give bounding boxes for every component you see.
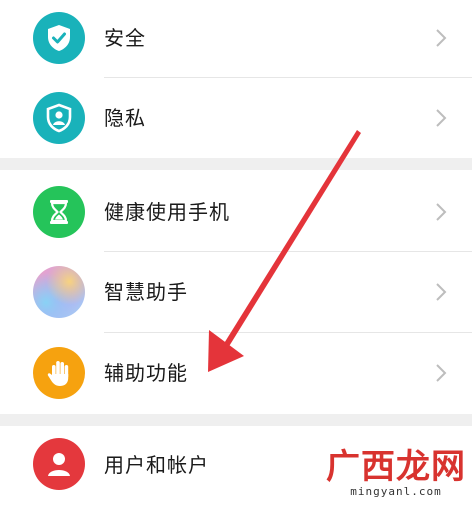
settings-item-digital-balance[interactable]: 健康使用手机 (0, 170, 472, 250)
settings-item-label: 用户和帐户 (104, 453, 209, 477)
settings-item-users-accounts[interactable]: 用户和帐户 (0, 426, 472, 506)
chevron-right-icon (436, 364, 447, 382)
settings-item-label: 安全 (104, 26, 146, 50)
settings-item-label: 辅助功能 (104, 361, 188, 385)
chevron-right-icon (436, 29, 447, 47)
chevron-right-icon (436, 203, 447, 221)
settings-group-1: 安全 隐私 (0, 0, 472, 158)
shield-person-icon (33, 92, 85, 144)
settings-item-security[interactable]: 安全 (0, 0, 472, 78)
hand-icon (33, 347, 85, 399)
settings-item-privacy[interactable]: 隐私 (0, 78, 472, 158)
section-gap (0, 158, 472, 170)
settings-group-2: 健康使用手机 智慧助手 辅助功能 (0, 170, 472, 414)
chevron-right-icon (436, 109, 447, 127)
chevron-right-icon (436, 283, 447, 301)
settings-item-smart-assistant[interactable]: 智慧助手 (0, 252, 472, 332)
assistant-orb-icon (33, 266, 85, 318)
hourglass-icon (33, 186, 85, 238)
shield-check-icon (33, 12, 85, 64)
section-gap (0, 414, 472, 426)
settings-group-3: 用户和帐户 (0, 426, 472, 502)
user-icon (33, 438, 85, 490)
settings-item-label: 隐私 (104, 106, 146, 130)
settings-item-accessibility[interactable]: 辅助功能 (0, 333, 472, 413)
settings-item-label: 智慧助手 (104, 280, 188, 304)
settings-item-label: 健康使用手机 (104, 200, 230, 224)
